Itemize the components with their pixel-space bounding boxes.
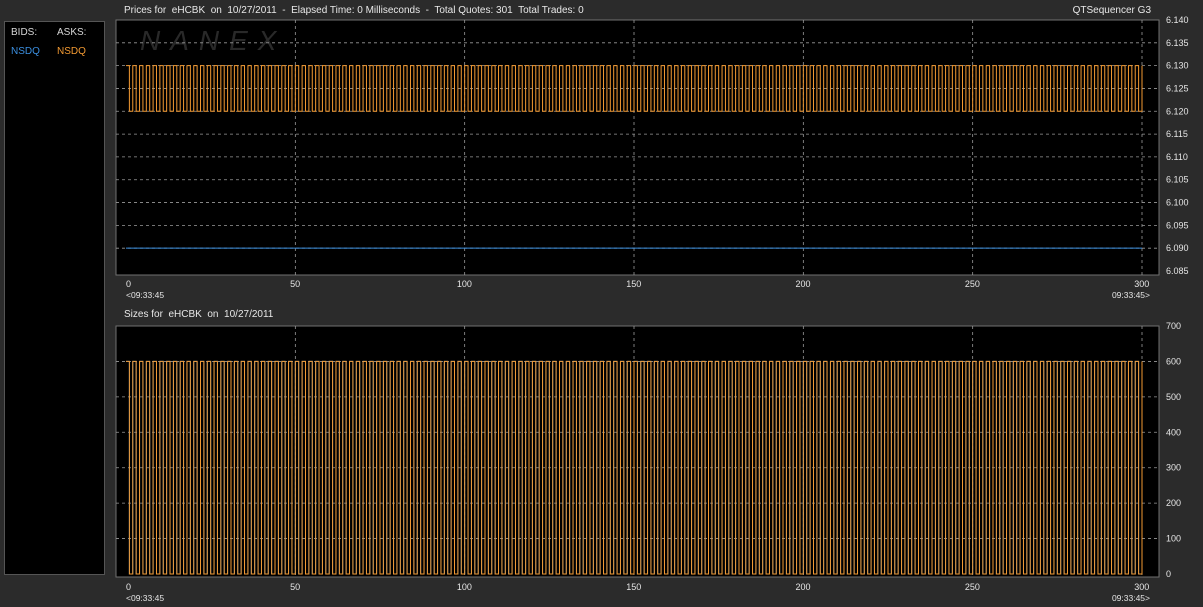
y-tick-label: 400	[1166, 427, 1181, 437]
ask-series-nsdq	[126, 360, 1143, 575]
y-tick-label: 500	[1166, 392, 1181, 402]
start-time-label: <09:33:45	[126, 290, 164, 300]
y-tick-label: 6.120	[1166, 106, 1189, 116]
y-tick-label: 6.125	[1166, 83, 1189, 93]
y-tick-label: 700	[1166, 321, 1181, 331]
y-tick-label: 6.130	[1166, 61, 1189, 71]
x-tick-label: 150	[626, 582, 641, 592]
y-tick-label: 600	[1166, 356, 1181, 366]
x-tick-label: 300	[1134, 582, 1149, 592]
y-tick-label: 300	[1166, 463, 1181, 473]
ask-series-nsdq	[126, 65, 1143, 112]
x-tick-label: 150	[626, 279, 641, 289]
y-tick-label: 6.090	[1166, 243, 1189, 253]
y-tick-label: 6.100	[1166, 198, 1189, 208]
x-tick-label: 0	[126, 582, 131, 592]
x-tick-label: 50	[290, 582, 300, 592]
x-tick-label: 200	[796, 279, 811, 289]
charts-canvas[interactable]: NANEX 6.085 6.090 6.095 6.100 6.105 6.110 6.11…	[0, 0, 1203, 607]
y-tick-label: 6.085	[1166, 266, 1189, 276]
price-plot-area[interactable]	[115, 19, 1160, 276]
y-tick-label: 100	[1166, 534, 1181, 544]
y-tick-label: 6.135	[1166, 38, 1189, 48]
x-tick-label: 100	[457, 582, 472, 592]
y-tick-label: 0	[1166, 569, 1171, 579]
x-tick-label: 50	[290, 279, 300, 289]
y-tick-label: 6.095	[1166, 220, 1189, 230]
x-tick-label: 100	[457, 279, 472, 289]
end-time-label: 09:33:45>	[1112, 593, 1150, 603]
y-tick-label: 6.115	[1166, 129, 1188, 139]
x-tick-label: 250	[965, 279, 980, 289]
nanex-watermark: NANEX	[140, 25, 286, 56]
x-tick-label: 300	[1134, 279, 1149, 289]
y-tick-label: 200	[1166, 498, 1181, 508]
x-tick-label: 0	[126, 279, 131, 289]
y-tick-label: 6.110	[1166, 152, 1188, 162]
x-tick-label: 250	[965, 582, 980, 592]
y-tick-label: 6.105	[1166, 175, 1189, 185]
y-tick-label: 6.140	[1166, 15, 1189, 25]
end-time-label: 09:33:45>	[1112, 290, 1150, 300]
x-tick-label: 200	[796, 582, 811, 592]
start-time-label: <09:33:45	[126, 593, 164, 603]
